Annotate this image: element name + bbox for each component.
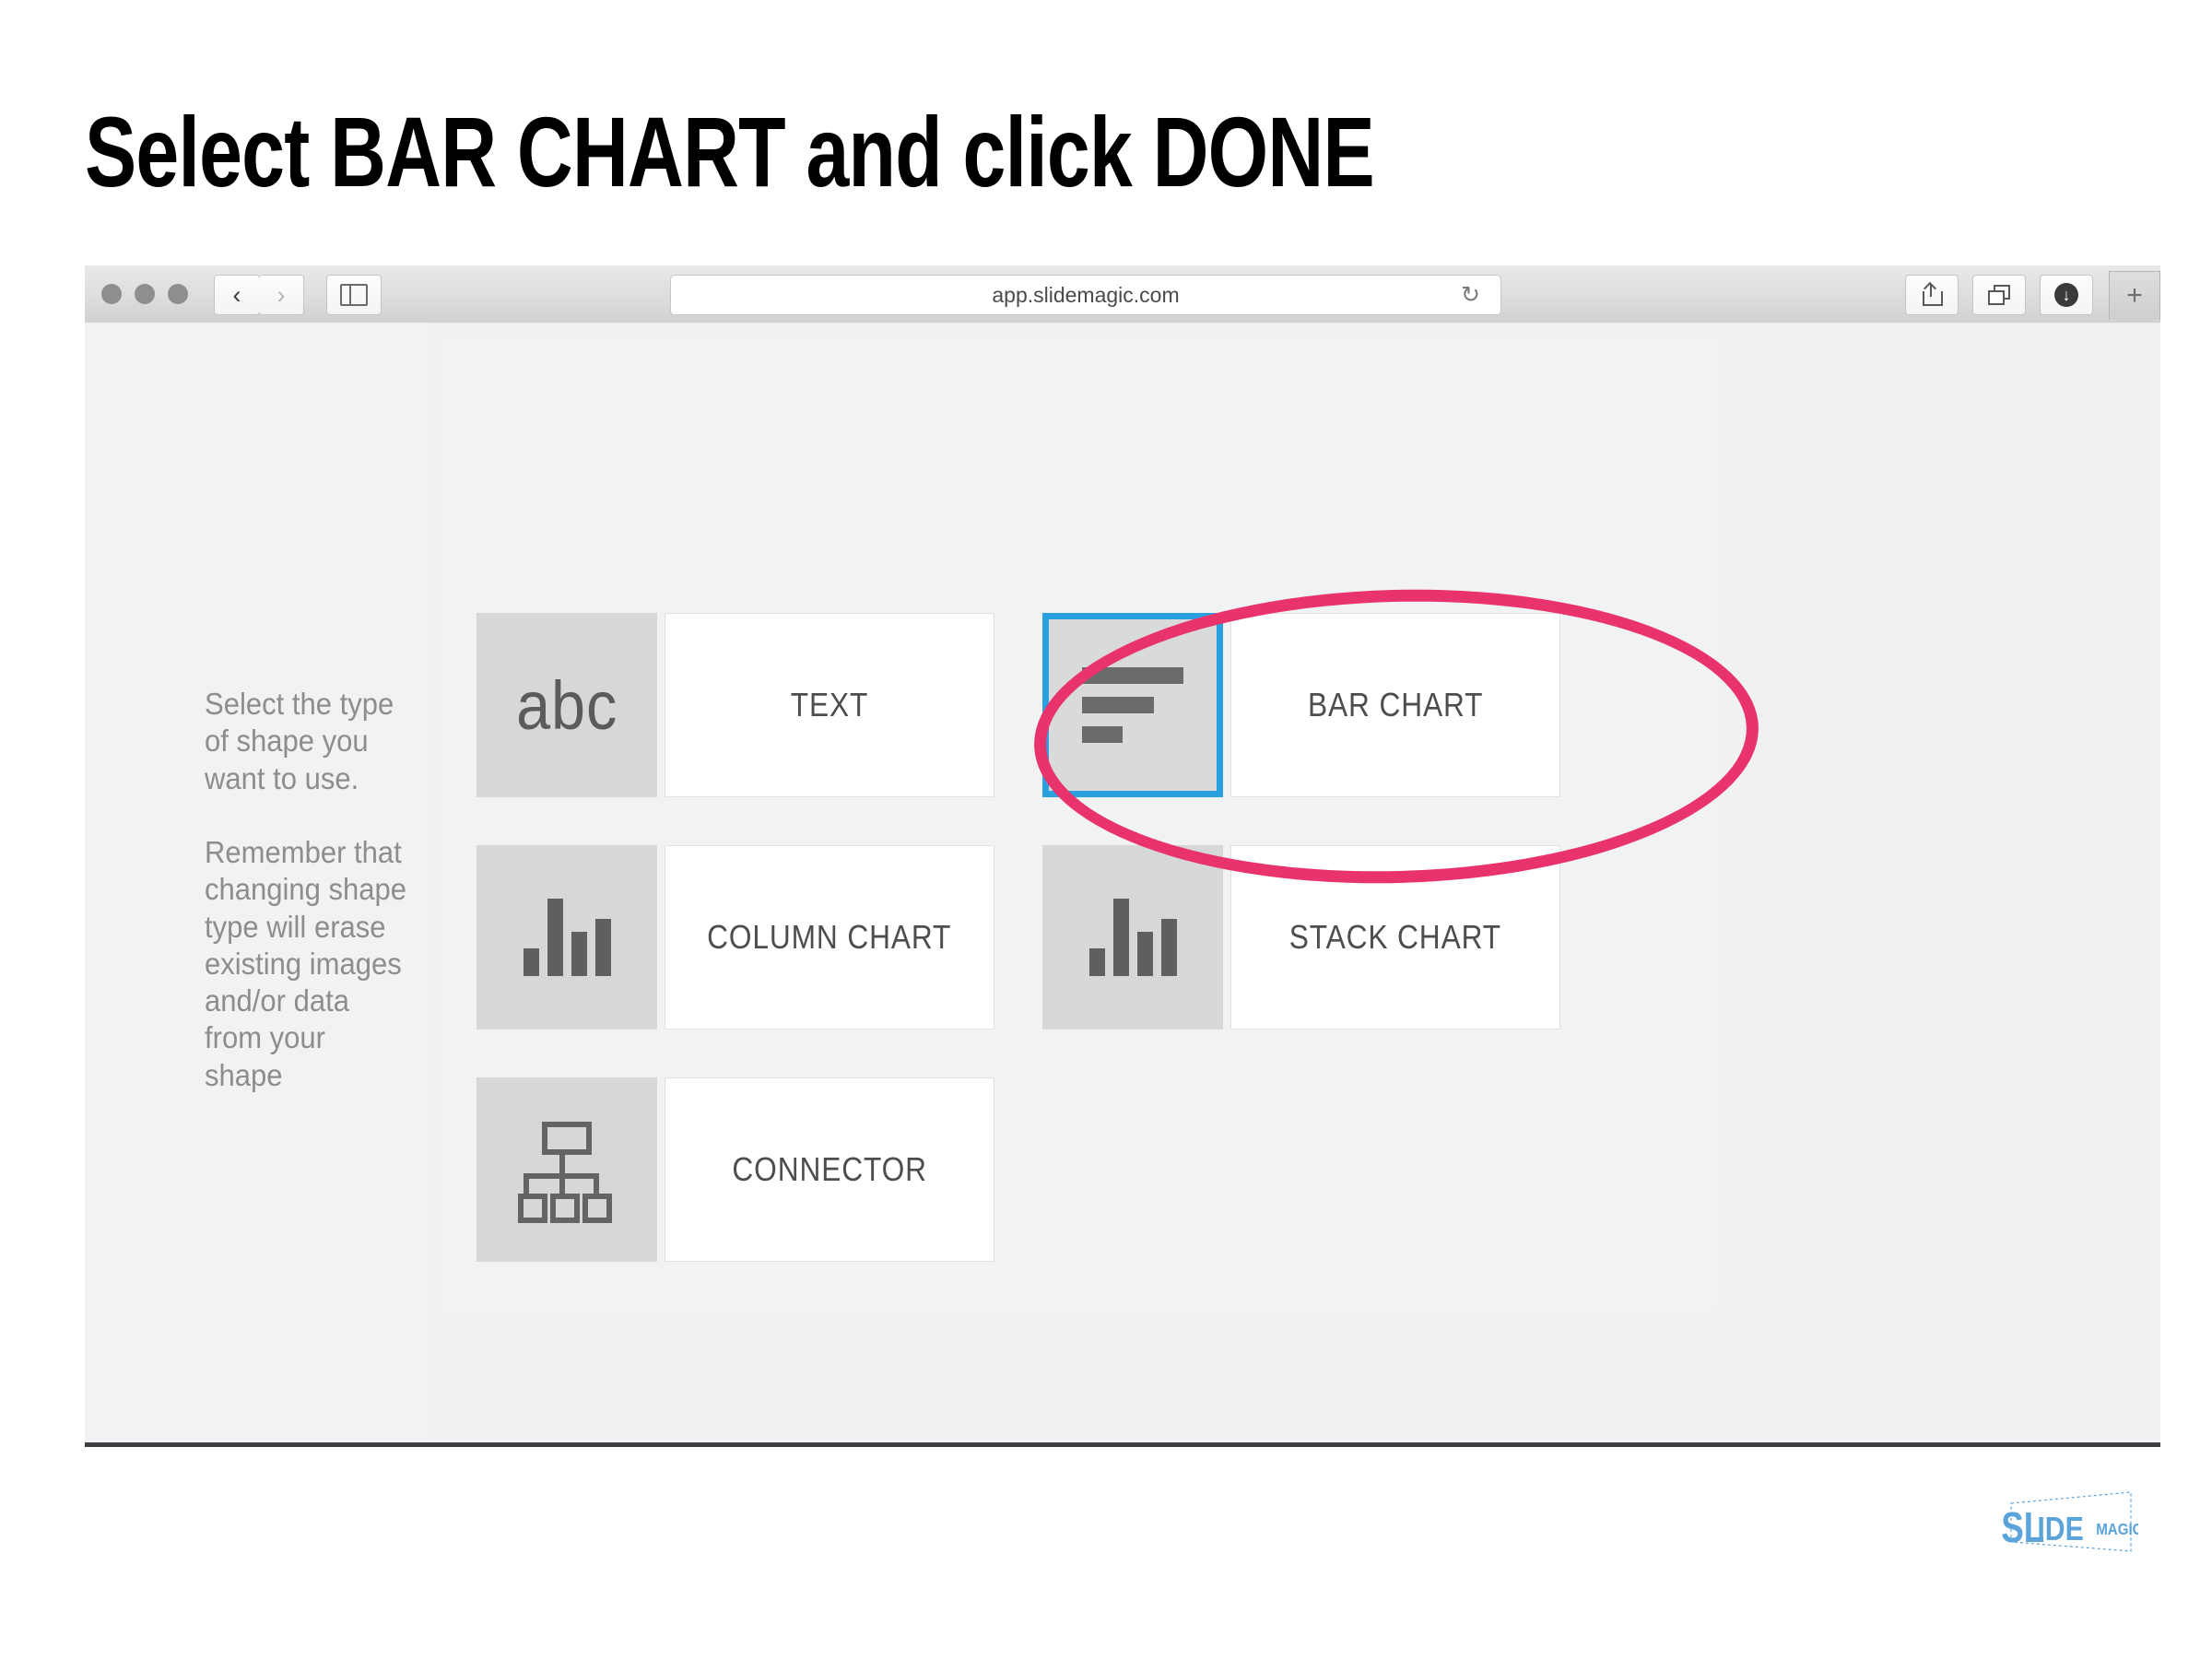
chevron-right-icon: ›	[276, 280, 286, 309]
shape-row: CONNECTOR	[477, 1077, 1702, 1262]
forward-button[interactable]: ›	[259, 275, 304, 315]
sidebar-icon	[340, 284, 368, 306]
shape-label: COLUMN CHART	[707, 918, 952, 956]
shape-option-connector[interactable]: CONNECTOR	[477, 1077, 994, 1262]
shape-row: COLUMN CHART STACK CHART	[477, 845, 1702, 1030]
slidemagic-logo: SL IDE MAGIC	[1991, 1490, 2143, 1557]
shape-row: abc TEXT BAR CHART	[477, 613, 1702, 797]
shape-option-column-chart[interactable]: COLUMN CHART	[477, 845, 994, 1030]
reload-icon[interactable]: ↻	[1461, 281, 1480, 309]
stack-chart-shape-icon-tile[interactable]	[1042, 845, 1223, 1030]
stack-chart-shape-label-tile[interactable]: STACK CHART	[1230, 845, 1560, 1030]
browser-window: ADD SLIDE FOOTNOTE SLIDE INSERT SLIDE HE…	[85, 265, 2160, 1447]
address-bar[interactable]: app.slidemagic.com ↻	[670, 275, 1501, 315]
column-chart-shape-icon-tile[interactable]	[477, 845, 657, 1030]
page-title: Select BAR CHART and click DONE	[85, 96, 1375, 207]
browser-toolbar: ‹ › app.slidemagic.com ↻ ↓ +	[85, 265, 2160, 324]
shape-option-stack-chart[interactable]: STACK CHART	[1042, 845, 1560, 1030]
modal-sidebar: Select the type of shape you want to use…	[85, 323, 426, 1447]
downloads-button[interactable]: ↓	[2040, 275, 2093, 315]
maximize-window-button[interactable]	[168, 284, 188, 304]
bar-chart-shape-label-tile[interactable]: BAR CHART	[1230, 613, 1560, 797]
stack-chart-icon	[1088, 899, 1177, 976]
chevron-left-icon: ‹	[232, 280, 241, 309]
plus-icon: +	[2126, 280, 2143, 311]
column-chart-icon	[523, 899, 611, 976]
text-shape-icon-tile[interactable]: abc	[477, 613, 657, 797]
connector-icon	[514, 1122, 619, 1223]
downloads-icon: ↓	[2054, 283, 2078, 307]
shape-label: BAR CHART	[1307, 686, 1484, 724]
text-shape-label-tile[interactable]: TEXT	[665, 613, 994, 797]
window-traffic-lights[interactable]	[101, 284, 188, 304]
svg-text:MAGIC: MAGIC	[2096, 1520, 2138, 1539]
shape-type-modal: Select the type of shape you want to use…	[85, 323, 2160, 1447]
share-icon	[1923, 284, 1943, 306]
shape-label: TEXT	[790, 686, 869, 724]
minimize-window-button[interactable]	[135, 284, 155, 304]
tabs-icon	[1988, 285, 2010, 305]
share-button[interactable]	[1905, 275, 1959, 315]
url-text: app.slidemagic.com	[992, 282, 1180, 307]
connector-shape-label-tile[interactable]: CONNECTOR	[665, 1077, 994, 1262]
shape-label: STACK CHART	[1288, 918, 1502, 956]
connector-shape-icon-tile[interactable]	[477, 1077, 657, 1262]
modal-help-text: Select the type of shape you want to use…	[205, 687, 407, 1092]
shape-type-grid: abc TEXT BAR CHART COLUMN CHART STACK CH…	[477, 613, 1702, 1310]
new-tab-button[interactable]: +	[2109, 271, 2160, 320]
shape-label: CONNECTOR	[732, 1150, 927, 1188]
show-tabs-button[interactable]	[1972, 275, 2026, 315]
shape-option-text[interactable]: abc TEXT	[477, 613, 994, 797]
column-chart-shape-label-tile[interactable]: COLUMN CHART	[665, 845, 994, 1030]
svg-text:IDE: IDE	[2037, 1512, 2083, 1548]
shape-slot-empty	[1042, 1077, 1560, 1262]
bar-chart-shape-icon-tile[interactable]	[1042, 613, 1223, 797]
back-button[interactable]: ‹	[214, 275, 260, 315]
abc-text-icon: abc	[515, 666, 618, 744]
close-window-button[interactable]	[101, 284, 122, 304]
sidebar-toggle-button[interactable]	[326, 275, 382, 315]
bar-chart-icon	[1082, 667, 1183, 743]
shape-option-bar-chart[interactable]: BAR CHART	[1042, 613, 1560, 797]
